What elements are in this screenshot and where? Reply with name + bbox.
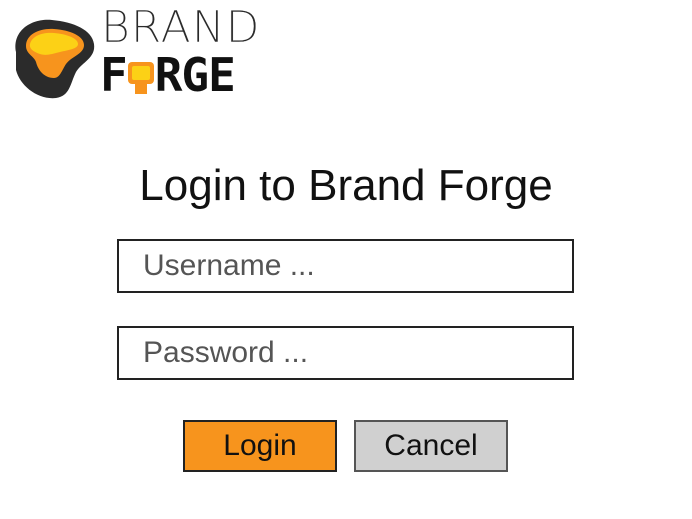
cancel-button[interactable]: Cancel xyxy=(354,420,508,472)
logo-letter-f: F xyxy=(100,48,128,102)
username-input[interactable] xyxy=(119,241,572,291)
logo-letters-rge: RGE xyxy=(154,48,236,102)
logo-word-brand: BRAND xyxy=(101,2,261,53)
forge-crucible-icon xyxy=(15,19,95,99)
logo-word-forge: F RGE xyxy=(100,48,236,102)
password-input[interactable] xyxy=(119,328,572,378)
password-field-box xyxy=(117,326,574,380)
page-title: Login to Brand Forge xyxy=(139,161,553,210)
username-field-box xyxy=(117,239,574,293)
login-page: BRAND F RGE Login to Brand Forge Login C… xyxy=(0,0,692,519)
brand-forge-logo: BRAND F RGE xyxy=(8,2,278,102)
login-button[interactable]: Login xyxy=(183,420,337,472)
logo-o-crucible-icon xyxy=(127,57,154,94)
